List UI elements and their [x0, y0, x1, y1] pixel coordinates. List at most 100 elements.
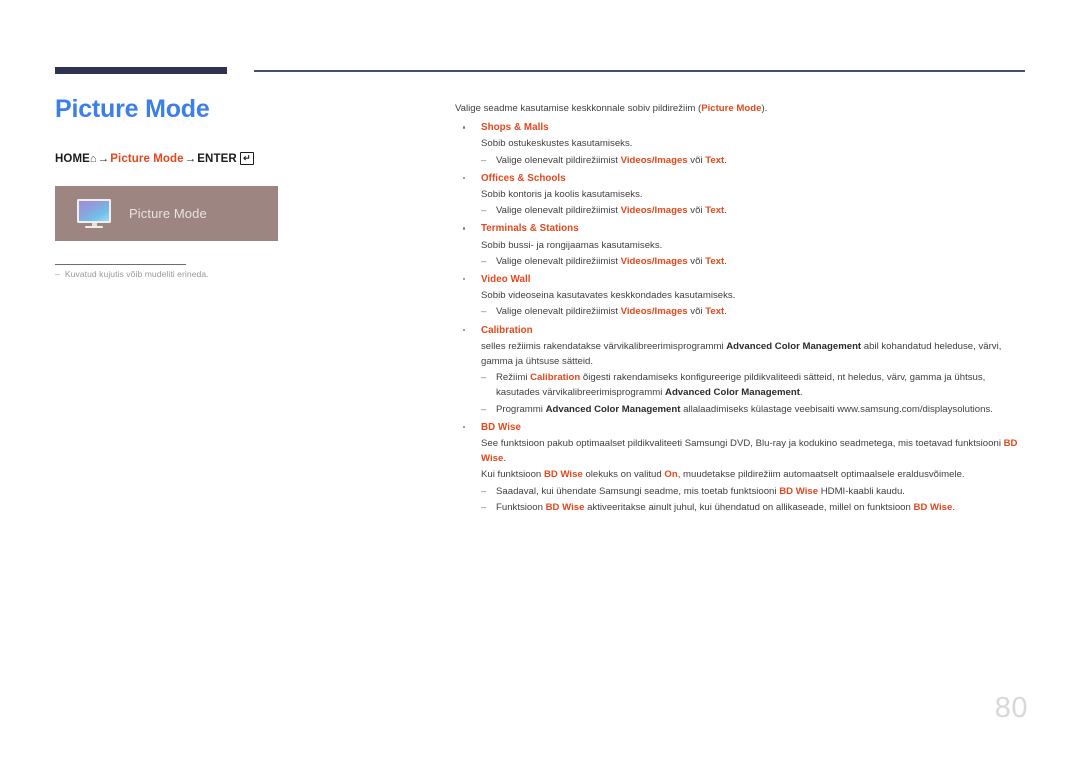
list-item-calibration: Calibration selles režiimis rakendatakse… [455, 323, 1027, 417]
sub-dash-icon: ‒ [481, 501, 487, 513]
sub-suffix: . [724, 306, 727, 318]
sub-prefix: Valige olenevalt pildirežiimist [496, 154, 621, 166]
sub-dash-icon: ‒ [481, 154, 487, 166]
enter-key-icon: ↵ [240, 151, 254, 165]
intro-accent: Picture Mode [701, 103, 762, 114]
menu-preview-label: Picture Mode [129, 206, 207, 221]
header-rule-thick [55, 67, 227, 74]
sub-suffix: . [724, 154, 727, 166]
page-title: Picture Mode [55, 95, 210, 123]
right-column: Valige seadme kasutamise keskkonnale sob… [455, 101, 1027, 515]
sub-dash-icon: ‒ [481, 255, 487, 267]
bdwise-para1-prefix: See funktsioon pakub optimaalset pildikv… [481, 438, 1004, 450]
sub-list-item: ‒ Valige olenevalt pildirežiimist Videos… [481, 304, 1027, 319]
item-body: selles režiimis rakendatakse värvikalibr… [481, 339, 1027, 369]
item-title: Terminals & Stations [481, 223, 579, 235]
menu-preview-box: Picture Mode [55, 186, 278, 241]
sub-mid: või [687, 205, 706, 217]
calibration-body-bold: Advanced Color Management [726, 340, 862, 352]
list-item-bdwise: BD Wise See funktsioon pakub optimaalset… [455, 420, 1027, 515]
sub-accent-videos: Videos/Images [620, 255, 688, 267]
sub-suffix: . [724, 255, 727, 267]
sub-mid: või [687, 154, 706, 166]
calibration-sub2-bold: Advanced Color Management [545, 403, 681, 415]
bullet-dot-icon [463, 328, 466, 332]
bullet-dot-icon [463, 227, 466, 230]
nav-enter-label: ENTER [197, 152, 237, 165]
sub-list-item: ‒ Funktsioon BD Wise aktiveeritakse ainu… [481, 500, 1027, 515]
home-icon: ⌂ [89, 152, 97, 165]
page-number: 80 [994, 692, 1028, 724]
note-divider [55, 264, 186, 265]
nav-arrow-1: → [97, 152, 110, 165]
preview-note: ‒ Kuvatud kujutis võib mudeliti erineda. [55, 269, 209, 279]
bdwise-sub1-prefix: Saadaval, kui ühendate Samsungi seadme, … [496, 485, 780, 497]
nav-arrow-2: → [184, 152, 197, 165]
sub-prefix: Valige olenevalt pildirežiimist [496, 205, 621, 217]
calibration-sub2-prefix: Programmi [496, 403, 546, 415]
intro-suffix: ). [761, 103, 768, 114]
sub-list-item: ‒ Saadaval, kui ühendate Samsungi seadme… [481, 484, 1027, 499]
sub-list-item: ‒ Valige olenevalt pildirežiimist Videos… [481, 203, 1027, 218]
sub-dash-icon: ‒ [481, 403, 487, 415]
sub-prefix: Valige olenevalt pildirežiimist [496, 306, 621, 318]
bullet-dot-icon [463, 278, 466, 281]
sub-dash-icon: ‒ [481, 372, 487, 384]
item-title: Offices & Schools [481, 172, 566, 184]
bdwise-para2-accent2-on: On [664, 469, 678, 481]
item-body-para2: Kui funktsioon BD Wise olekuks on valitu… [481, 467, 1027, 482]
sub-accent-text: Text [705, 154, 725, 166]
sub-accent-videos: Videos/Images [620, 205, 688, 217]
bdwise-sub2-accent2: BD Wise [913, 501, 953, 513]
sub-list-item: ‒ Valige olenevalt pildirežiimist Videos… [481, 153, 1027, 168]
sub-accent-videos: Videos/Images [620, 154, 688, 166]
bdwise-sub2-accent1: BD Wise [545, 501, 585, 513]
bdwise-para2-suffix: , muudetakse pildirežiim automaatselt op… [677, 469, 965, 481]
nav-home-label: HOME [55, 152, 90, 165]
monitor-icon [77, 198, 113, 229]
nav-menu-label: Picture Mode [110, 152, 184, 165]
list-item: Offices & Schools Sobib kontoris ja kool… [455, 171, 1027, 219]
calibration-sub1-suffix: . [799, 387, 803, 399]
sub-list-item: ‒ Režiimi Calibration õigesti rakendamis… [481, 370, 1027, 400]
bdwise-sub2-prefix: Funktsioon [496, 501, 546, 513]
item-title: Video Wall [481, 274, 531, 286]
bdwise-sub1-suffix: HDMI-kaabli kaudu. [818, 485, 905, 497]
sub-prefix: Valige olenevalt pildirežiimist [496, 255, 621, 267]
calibration-body-prefix: selles režiimis rakendatakse värvikalibr… [481, 340, 727, 352]
note-dash: ‒ [55, 269, 60, 279]
sub-dash-icon: ‒ [481, 485, 487, 497]
item-title: BD Wise [481, 421, 522, 433]
sub-accent-text: Text [705, 255, 725, 267]
item-body-para1: See funktsioon pakub optimaalset pildikv… [481, 436, 1027, 466]
intro-paragraph: Valige seadme kasutamise keskkonnale sob… [455, 101, 1027, 116]
sub-list-item: ‒ Programmi Advanced Color Management al… [481, 402, 1027, 417]
intro-prefix: Valige seadme kasutamise keskkonnale sob… [455, 103, 702, 114]
list-item: Terminals & Stations Sobib bussi- ja ron… [455, 221, 1027, 269]
bdwise-sub2-suffix: . [952, 501, 956, 513]
bdwise-sub1-accent: BD Wise [779, 485, 819, 497]
list-item: Shops & Malls Sobib ostukeskustes kasuta… [455, 120, 1027, 168]
navigation-path: HOME⌂→Picture Mode→ENTER ↵ [55, 151, 425, 166]
sub-mid: või [687, 306, 706, 318]
left-column: Picture Mode HOME⌂→Picture Mode→ENTER ↵ [55, 95, 425, 166]
item-body: Sobib kontoris ja koolis kasutamiseks. [481, 189, 643, 201]
calibration-sub1-accent: Calibration [530, 372, 581, 384]
sub-accent-text: Text [705, 205, 725, 217]
bullet-dot-icon [463, 126, 466, 129]
sub-dash-icon: ‒ [481, 205, 487, 217]
item-title: Calibration [481, 324, 533, 336]
sub-dash-icon: ‒ [481, 306, 487, 318]
bdwise-para2-prefix: Kui funktsioon [481, 469, 544, 481]
calibration-sub2-suffix: allalaadimiseks külastage veebisaiti www… [680, 403, 993, 415]
item-title: Shops & Malls [481, 122, 549, 134]
header-rule-thin [254, 70, 1025, 72]
sub-accent-videos: Videos/Images [620, 306, 688, 318]
item-body: Sobib videoseina kasutavates keskkondade… [481, 290, 736, 302]
sub-accent-text: Text [705, 306, 725, 318]
item-body: Sobib bussi- ja rongijaamas kasutamiseks… [481, 239, 663, 251]
sub-mid: või [687, 255, 706, 267]
note-label: Kuvatud kujutis võib mudeliti erineda. [64, 269, 209, 279]
bdwise-para2-accent1: BD Wise [543, 469, 583, 481]
sub-suffix: . [724, 205, 727, 217]
